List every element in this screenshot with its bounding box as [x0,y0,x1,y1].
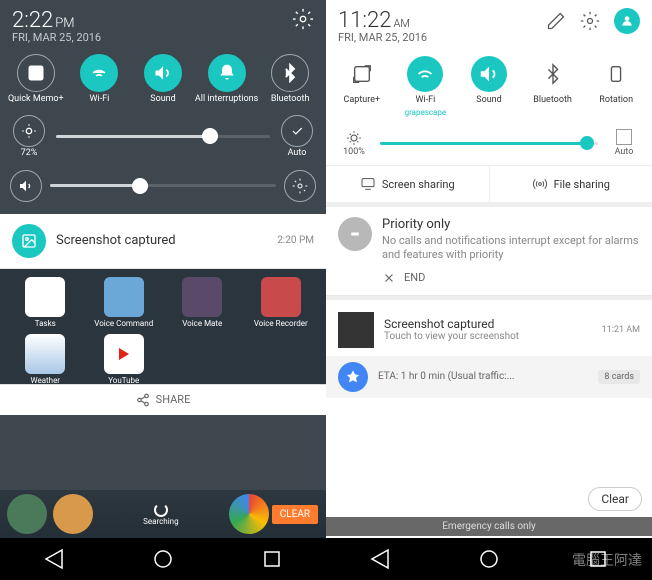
cast-icon [360,176,376,192]
auto-brightness-toggle[interactable] [281,115,313,147]
broadcast-icon [532,176,548,192]
profile-avatar[interactable] [614,8,640,34]
toggle-interruptions[interactable]: All interruptions [195,54,259,105]
clear-button[interactable]: CLEAR [272,505,318,524]
memo-icon [26,63,46,83]
auto-brightness-checkbox[interactable] [616,129,632,145]
notification-priority[interactable]: Priority only No calls and notifications… [326,207,652,296]
capture-icon [351,63,373,85]
navbar-left [0,538,326,580]
clock-time: 2:22PM [12,8,101,33]
emergency-text: Emergency calls only [326,517,652,536]
screenshot-thumbnail [338,312,374,348]
settings-icon[interactable] [580,11,600,31]
sound-icon [478,63,500,85]
bluetooth-icon [280,63,300,83]
sharing-section: Screen sharing File sharing [326,165,652,203]
volume-icon[interactable] [10,170,42,202]
toggle-bluetooth[interactable]: Bluetooth [258,54,322,105]
home-button[interactable] [477,547,501,571]
volume-row [0,164,326,208]
contacts-icon[interactable] [53,494,93,534]
settings-icon[interactable] [292,8,314,30]
file-sharing-button[interactable]: File sharing [490,166,652,202]
close-icon [382,271,396,285]
screen-sharing-button[interactable]: Screen sharing [326,166,490,202]
notification-shade-dark: 2:22PM FRI, MAR 25, 2016 Quick Memo+ Wi-… [0,0,326,580]
app-grid-peek: Tasks Voice Command Voice Mate Voice Rec… [0,269,326,384]
home-button[interactable] [151,547,175,571]
quick-toggles-row: Capture+ Wi-Fi grapescape Sound Bluetoot… [326,48,652,121]
notification-screenshot[interactable]: Screenshot captured Touch to view your s… [326,304,652,356]
recent-button[interactable] [260,547,284,571]
volume-slider[interactable] [50,184,276,187]
brightness-slider[interactable] [380,142,598,145]
brightness-slider[interactable] [56,135,270,138]
clock-date: FRI, MAR 25, 2016 [12,31,101,44]
back-button[interactable] [368,547,392,571]
toggle-capture[interactable]: Capture+ [330,56,394,117]
dnd-icon [338,217,372,251]
volume-settings-icon[interactable] [284,170,316,202]
share-button[interactable]: SHARE [0,384,326,415]
chrome-icon[interactable] [229,494,269,534]
notification-screenshot[interactable]: Screenshot captured 2:20 PM [0,214,326,269]
image-icon [12,224,46,258]
notification-shade-light: 11:22AM FRI, MAR 25, 2016 Capture+ Wi-Fi… [326,0,652,580]
header-left: 2:22PM FRI, MAR 25, 2016 [0,0,326,48]
dock-left: Searching CLEAR [0,490,326,538]
toggle-wifi[interactable]: Wi-Fi [68,54,132,105]
share-icon [136,393,150,407]
brightness-row: 100% Auto [326,121,652,165]
sound-icon [153,63,173,83]
brightness-icon[interactable] [13,115,45,147]
end-button[interactable]: END [338,271,640,285]
wifi-icon [89,63,109,83]
brightness-row: 72% Auto [0,109,326,164]
cards-count: 8 cards [598,370,640,384]
notification-maps[interactable]: ETA: 1 hr 0 min (Usual traffic:... 8 car… [326,356,652,398]
quick-toggles-row: Quick Memo+ Wi-Fi Sound All interruption… [0,48,326,109]
header-right: 11:22AM FRI, MAR 25, 2016 [326,0,652,48]
rotation-icon [605,63,627,85]
toggle-sound[interactable]: Sound [457,56,521,117]
toggle-sound[interactable]: Sound [131,54,195,105]
back-button[interactable] [42,547,66,571]
toggle-bluetooth[interactable]: Bluetooth [521,56,585,117]
toggle-rotation[interactable]: Rotation [584,56,648,117]
edit-icon[interactable] [546,11,566,31]
clock-date: FRI, MAR 25, 2016 [338,31,427,44]
toggle-wifi[interactable]: Wi-Fi grapescape [394,56,458,117]
clock-time: 11:22AM [338,8,427,33]
clear-button[interactable]: Clear [588,487,642,511]
toggle-quickmemo[interactable]: Quick Memo+ [4,54,68,105]
bluetooth-icon [542,63,564,85]
watermark: 電腦王阿達 [572,550,642,570]
maps-icon [338,362,368,392]
phone-icon[interactable] [7,494,47,534]
brightness-icon[interactable] [345,129,363,147]
wifi-icon [414,63,436,85]
loading-icon [154,503,168,517]
bell-icon [217,63,237,83]
